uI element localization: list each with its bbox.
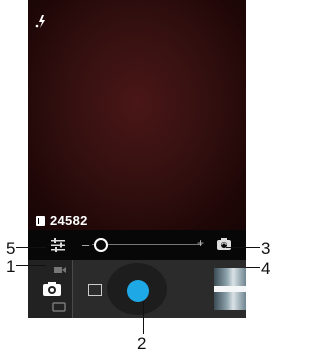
photo-counter: 24582 [36, 213, 88, 228]
storage-icon [36, 215, 45, 226]
gallery-icon[interactable] [88, 284, 102, 296]
photos-remaining: 24582 [50, 213, 88, 228]
camera-mode-icon[interactable] [42, 281, 62, 297]
camera-app: 24582 – + [28, 0, 246, 318]
zoom-slider[interactable] [92, 244, 202, 245]
switch-camera-icon[interactable] [215, 236, 233, 254]
callout-2: 2 [137, 334, 147, 353]
zoom-bar: – + [28, 230, 246, 260]
mode-selector[interactable] [28, 260, 73, 318]
callout-2-line [143, 302, 144, 334]
callout-5: 5 [6, 239, 16, 258]
callout-5-line [16, 247, 46, 248]
thumbnail-highlight [214, 286, 246, 292]
callout-4-line [246, 267, 260, 268]
callout-3-line [226, 247, 260, 248]
callout-1: 1 [6, 257, 16, 276]
callout-4: 4 [261, 259, 271, 278]
callout-3: 3 [261, 239, 271, 258]
bottom-controls [28, 260, 246, 318]
zoom-in-label[interactable]: + [197, 236, 204, 250]
viewfinder[interactable]: 24582 [28, 0, 246, 230]
flash-auto-icon[interactable] [34, 12, 48, 30]
video-mode-icon[interactable] [54, 266, 66, 274]
callout-1-line [16, 265, 46, 266]
last-photo-thumbnail[interactable] [214, 268, 246, 310]
zoom-slider-knob[interactable] [94, 238, 108, 252]
panorama-mode-icon[interactable] [52, 302, 66, 312]
settings-sliders-icon[interactable] [50, 237, 66, 253]
shutter-button[interactable] [127, 280, 149, 302]
zoom-out-label[interactable]: – [82, 237, 89, 252]
